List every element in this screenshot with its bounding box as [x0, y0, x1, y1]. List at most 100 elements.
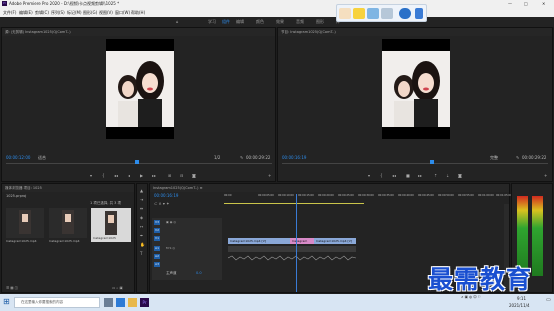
- windows-start-icon[interactable]: ⊞: [3, 297, 12, 306]
- workspace-edit[interactable]: 编辑: [236, 17, 244, 27]
- timeline-header[interactable]: Instagram1025(Q(ComT..) ≡: [150, 184, 509, 192]
- maximize-button[interactable]: □: [524, 0, 528, 8]
- ripple-edit-tool-icon[interactable]: ⇹: [140, 206, 143, 211]
- razor-tool-icon[interactable]: ◈: [140, 215, 143, 220]
- source-page-select[interactable]: 1/2: [214, 155, 220, 160]
- program-mark-out-icon[interactable]: {: [380, 173, 383, 178]
- project-item-thumb-2[interactable]: [49, 208, 87, 238]
- menu-marker[interactable]: 标记(M): [67, 8, 82, 17]
- play-back-icon[interactable]: ◂: [128, 173, 130, 178]
- audio-clip[interactable]: [227, 246, 357, 261]
- home-icon[interactable]: ⌂: [176, 17, 179, 27]
- taskbar-time: 9:11: [517, 296, 526, 301]
- close-button[interactable]: ✕: [542, 0, 545, 8]
- video-clip-2[interactable]: Instagram: [290, 238, 314, 244]
- taskbar-search-input[interactable]: 在这里输入你要搜索的内容: [14, 297, 100, 308]
- minimize-button[interactable]: —: [508, 0, 512, 8]
- timeline-timecode[interactable]: 00:00:16:19: [154, 193, 178, 198]
- insert-icon[interactable]: ⊞: [168, 173, 171, 178]
- play-icon[interactable]: ▶: [140, 173, 143, 178]
- track-a3-target[interactable]: A3: [154, 262, 160, 267]
- track-v2-target[interactable]: V2: [154, 228, 160, 233]
- hand-tool-icon[interactable]: ✋: [140, 242, 145, 247]
- workspace-audio[interactable]: 音频: [296, 17, 304, 27]
- share-icon[interactable]: [367, 8, 379, 19]
- workspace-graphics[interactable]: 图形: [316, 17, 324, 27]
- timeline-ruler[interactable]: 00:00 00:00:05:00 00:00:10:00 00:00:15:0…: [224, 194, 512, 202]
- wrench-icon[interactable]: ✎: [240, 155, 243, 160]
- hand-icon[interactable]: [339, 8, 351, 19]
- mark-out-icon[interactable]: {: [102, 173, 105, 178]
- camera-icon[interactable]: ◙: [192, 173, 196, 178]
- menu-graphics[interactable]: 图形(G): [83, 8, 97, 17]
- new-item-icon[interactable]: ▭ ⌕ ▣: [112, 286, 123, 290]
- menu-sequence[interactable]: 序列(S): [51, 8, 65, 17]
- snap-icon[interactable]: ⊂ ∩ ▾ ✦: [154, 201, 169, 206]
- project-item-thumb-3-selected[interactable]: Instagram1025: [91, 208, 131, 242]
- step-back-icon[interactable]: ◂◂: [114, 173, 118, 178]
- project-search-field[interactable]: 1025.prproj: [6, 194, 26, 198]
- task-view-icon[interactable]: [104, 298, 113, 307]
- edge-browser-icon[interactable]: [116, 298, 125, 307]
- timeline-playhead[interactable]: [296, 194, 297, 292]
- menu-window[interactable]: 窗口(W): [115, 8, 130, 17]
- source-scrub-bar[interactable]: [6, 163, 272, 164]
- workspace-color[interactable]: 颜色: [256, 17, 264, 27]
- program-stop-icon[interactable]: ■: [406, 173, 410, 178]
- track-lock-icon[interactable]: ▣ ◉ ◎: [166, 220, 176, 224]
- program-mark-in-icon[interactable]: ▾: [368, 173, 370, 178]
- type-tool-icon[interactable]: T: [140, 251, 142, 256]
- track-v1-target[interactable]: V1: [154, 236, 160, 241]
- step-forward-icon[interactable]: ▸▸: [152, 173, 156, 178]
- program-camera-icon[interactable]: ◙: [458, 173, 462, 178]
- menu-clip[interactable]: 剪辑(C): [35, 8, 49, 17]
- pen-tool-icon[interactable]: ✒: [140, 233, 143, 238]
- workspace-learn[interactable]: 学习: [208, 17, 216, 27]
- menu-edit[interactable]: 编辑(E): [19, 8, 33, 17]
- add-button-icon[interactable]: +: [268, 173, 271, 178]
- project-panel-header[interactable]: 媒体浏览器 项目: 1025: [2, 184, 134, 192]
- selection-tool-icon[interactable]: ▲: [140, 188, 143, 193]
- track-a2-target[interactable]: A2: [154, 254, 160, 259]
- work-area-bar[interactable]: [224, 203, 364, 204]
- notification-icon[interactable]: ▭: [546, 297, 551, 303]
- menu-file[interactable]: 文件(F): [3, 8, 16, 17]
- source-fit-select[interactable]: 适合: [38, 155, 46, 161]
- list-view-icon[interactable]: ☰ ▦ ◫: [6, 286, 18, 290]
- comment-icon[interactable]: [353, 8, 365, 19]
- slip-tool-icon[interactable]: ↔: [140, 224, 143, 229]
- overwrite-icon[interactable]: ⊟: [180, 173, 183, 178]
- track-a1-target[interactable]: A1: [154, 246, 160, 251]
- ruler-label: 00:00:05:00: [258, 194, 274, 197]
- video-clip-1[interactable]: Instagram1025.mp4 [V]: [228, 238, 290, 244]
- program-fit-select[interactable]: 完整: [490, 155, 498, 161]
- program-scrub-bar[interactable]: [282, 163, 548, 164]
- arrow-icon[interactable]: [415, 8, 423, 19]
- program-step-forward-icon[interactable]: ▸▸: [418, 173, 422, 178]
- track-mute-icon[interactable]: M S ◎: [166, 246, 175, 250]
- track-select-tool-icon[interactable]: ⇥: [140, 197, 143, 202]
- search-icon[interactable]: [381, 8, 393, 19]
- workspace-effects[interactable]: 效果: [276, 17, 284, 27]
- menu-help[interactable]: 帮助(H): [131, 8, 145, 17]
- track-v3-target[interactable]: V3: [154, 220, 160, 225]
- project-item-thumb-1[interactable]: [6, 208, 44, 238]
- info-icon[interactable]: [399, 8, 411, 19]
- menu-view[interactable]: 视图(V): [99, 8, 113, 17]
- workspace-assembly[interactable]: 组件: [222, 17, 230, 27]
- program-step-back-icon[interactable]: ◂◂: [392, 173, 396, 178]
- video-clip-3[interactable]: Instagram1025.mp4 [V]: [314, 238, 356, 244]
- premiere-taskbar-icon[interactable]: Pr: [140, 298, 149, 307]
- extract-icon[interactable]: ⇣: [446, 173, 449, 178]
- program-wrench-icon[interactable]: ✎: [516, 155, 519, 160]
- file-explorer-icon[interactable]: [128, 298, 137, 307]
- program-timecode[interactable]: 00:00:16:19: [282, 155, 306, 160]
- program-add-button-icon[interactable]: +: [544, 173, 547, 178]
- master-value[interactable]: 0.0: [196, 271, 202, 275]
- mark-in-icon[interactable]: ▾: [90, 173, 92, 178]
- tray-icons[interactable]: ∧ ▣ ◍ 中 ⚐: [461, 295, 481, 300]
- source-playhead[interactable]: [135, 160, 139, 164]
- lift-icon[interactable]: ⇡: [434, 173, 437, 178]
- program-playhead[interactable]: [430, 160, 434, 164]
- source-timecode[interactable]: 00:00:12:00: [6, 155, 30, 160]
